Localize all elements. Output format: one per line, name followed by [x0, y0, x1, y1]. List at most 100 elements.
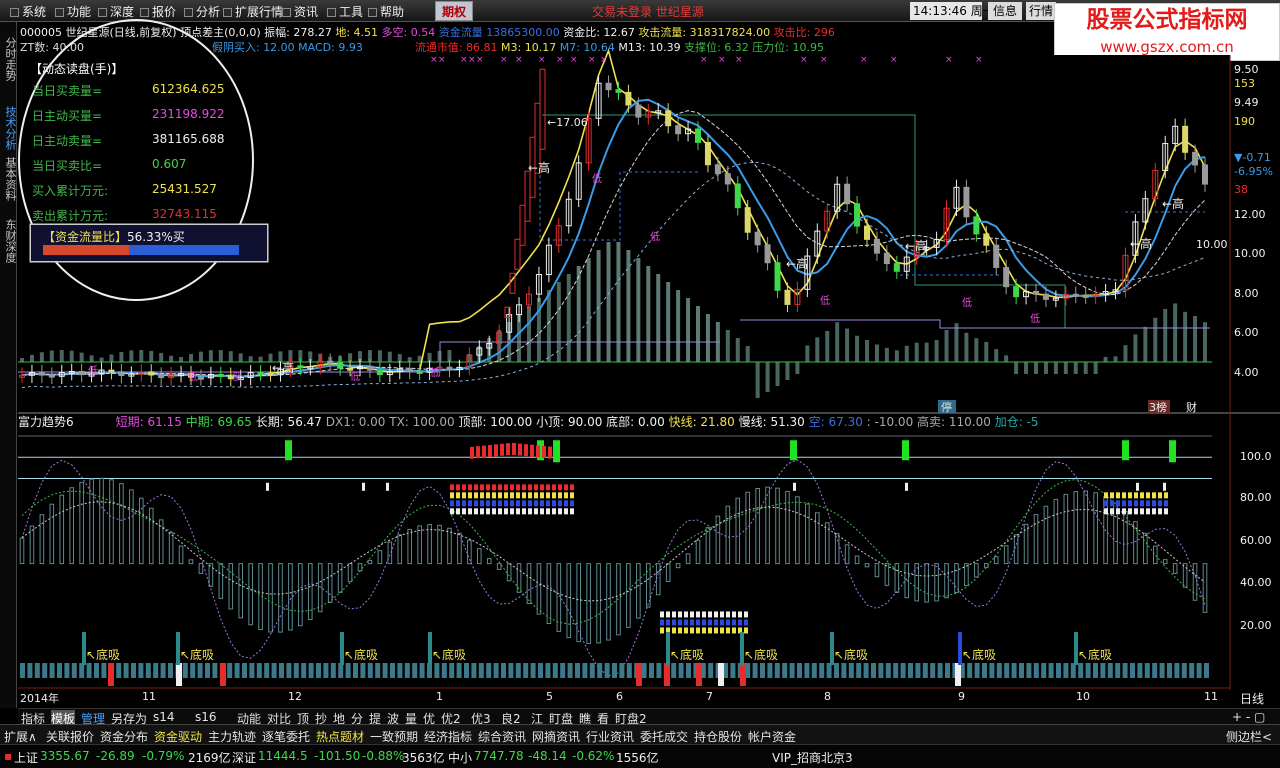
status-bar: ▪ 上证 3355.67 -26.89 -0.79% 2169亿 深证 1144… [0, 744, 1280, 768]
header-field: 000005 世纪星源(日线,前复权) 顶点差主(0,0,0) [20, 26, 265, 39]
strip-cell [922, 663, 928, 678]
stack-cell [714, 619, 718, 626]
strip-cell [397, 663, 403, 678]
histogram-bar [556, 282, 561, 362]
newsbar-item[interactable]: 帐户资金 [748, 728, 796, 745]
date-tick: 8 [824, 690, 831, 703]
stack-cell [564, 484, 568, 491]
indicator-field: 长期: 56.47 [255, 415, 326, 429]
newsbar-item[interactable]: 扩展∧ [4, 728, 37, 745]
newsbar-item[interactable]: 经济指标 [424, 728, 472, 745]
osc-bar [755, 488, 760, 565]
low-label: 低 [430, 366, 440, 379]
period-label[interactable]: 日线 [1240, 690, 1264, 707]
stack-cell [702, 619, 706, 626]
strip-cell [79, 663, 85, 678]
candle-body [724, 173, 731, 185]
sz-name[interactable]: 深证 [232, 749, 256, 766]
histogram-bar [656, 274, 661, 362]
candle-body [1192, 151, 1199, 166]
histogram-bar [1163, 309, 1168, 362]
stack-cell [498, 484, 502, 491]
candle-body [416, 370, 423, 374]
sh-value: 3355.67 [40, 749, 90, 763]
indicator-toolbar: 指标 模板 管理 另存为 s14 s16 动能 对比顶抄地分提波量优优2 优3 良2 江盯盘瞧看盯盘… [18, 708, 1280, 727]
peak-cell [470, 446, 474, 459]
candle-body [695, 128, 701, 143]
x-marker: × [890, 55, 898, 65]
strip-cell [101, 663, 107, 678]
candle-body [78, 370, 85, 376]
osc-bar [39, 514, 45, 565]
dynamic-label: 当日买卖量= [32, 84, 103, 98]
osc-bar [1043, 505, 1049, 565]
stack-cell [468, 484, 472, 491]
newsbar-item[interactable]: 热点题材 [316, 728, 364, 745]
histogram-bar [785, 362, 790, 380]
newsbar-item[interactable]: 资金分布 [100, 728, 148, 745]
sh-name[interactable]: 上证 [14, 749, 38, 766]
newsbar-item[interactable]: 一致预期 [370, 728, 418, 745]
newsbar-item[interactable]: 综合资讯 [478, 728, 526, 745]
zx-name[interactable]: 中小 [448, 749, 472, 766]
peak-cell [488, 444, 492, 457]
stack-cell [708, 611, 712, 618]
histogram-bar [149, 350, 154, 362]
x-marker: × [718, 55, 726, 65]
strip-cell [619, 663, 625, 678]
stack-cell [684, 619, 688, 626]
candle-body [744, 207, 751, 233]
marker-cell [386, 482, 389, 491]
stack-cell [726, 611, 730, 618]
stack-cell [1146, 500, 1150, 507]
toolbar-item[interactable]: s16 [195, 710, 217, 724]
strip-cell [767, 663, 773, 678]
stack-cell [1116, 492, 1120, 499]
strip-cell [1196, 663, 1202, 678]
strip-cell [575, 663, 580, 678]
stack-cell [474, 508, 478, 515]
candle-body [1182, 125, 1189, 153]
header-field: 多空: 0.54 [381, 26, 439, 39]
x-marker: × [860, 55, 868, 65]
newsbar-item[interactable]: 资金驱动 [154, 728, 202, 745]
vip-account[interactable]: VIP_招商北京3 [772, 749, 853, 766]
histogram-bar [1034, 362, 1038, 374]
stack-cell [660, 611, 664, 618]
newsbar-item[interactable]: 网摘资讯 [532, 728, 580, 745]
histogram-bar [527, 306, 531, 362]
strip-cell [1070, 663, 1076, 678]
histogram-bar [1024, 362, 1029, 374]
stack-cell [456, 508, 460, 515]
stack-cell [570, 484, 574, 491]
histogram-bar [20, 358, 24, 362]
osc-bar [327, 563, 333, 603]
osc-bar [278, 563, 283, 633]
newsbar-item[interactable]: 主力轨迹 [208, 728, 256, 745]
candle-body [406, 368, 413, 372]
newsbar-item[interactable]: 关联报价 [46, 728, 94, 745]
strip-mark [636, 663, 642, 686]
header-field: 假阴买入: 12.00 [211, 41, 299, 54]
newsbar-item[interactable]: 委托成交 [640, 728, 688, 745]
candle-body [883, 252, 890, 265]
stack-cell [534, 484, 538, 491]
sidebar-toggle[interactable]: 侧边栏< [1226, 728, 1272, 745]
strip-cell [301, 663, 307, 678]
candle-body [983, 233, 990, 246]
newsbar-item[interactable]: 持仓股份 [694, 728, 742, 745]
axis-label: 153 [1234, 77, 1255, 90]
marker-cell [362, 482, 365, 491]
histogram-bar [198, 351, 203, 362]
newsbar-item[interactable]: 行业资讯 [586, 728, 634, 745]
peak-cell [506, 443, 510, 456]
newsbar-item[interactable]: 逐笔委托 [262, 728, 310, 745]
osc-bar [208, 563, 214, 587]
strip-cell [286, 663, 292, 678]
toolbar-item[interactable]: s14 [153, 710, 175, 724]
axis-label: 9.50 [1234, 63, 1259, 76]
header-row-1: 000005 世纪星源(日线,前复权) 顶点差主(0,0,0) 振幅: 278.… [20, 24, 835, 40]
osc-bar [685, 553, 691, 565]
zoom-controls[interactable]: + - ▢ [1232, 710, 1265, 724]
stack-cell [558, 500, 562, 507]
